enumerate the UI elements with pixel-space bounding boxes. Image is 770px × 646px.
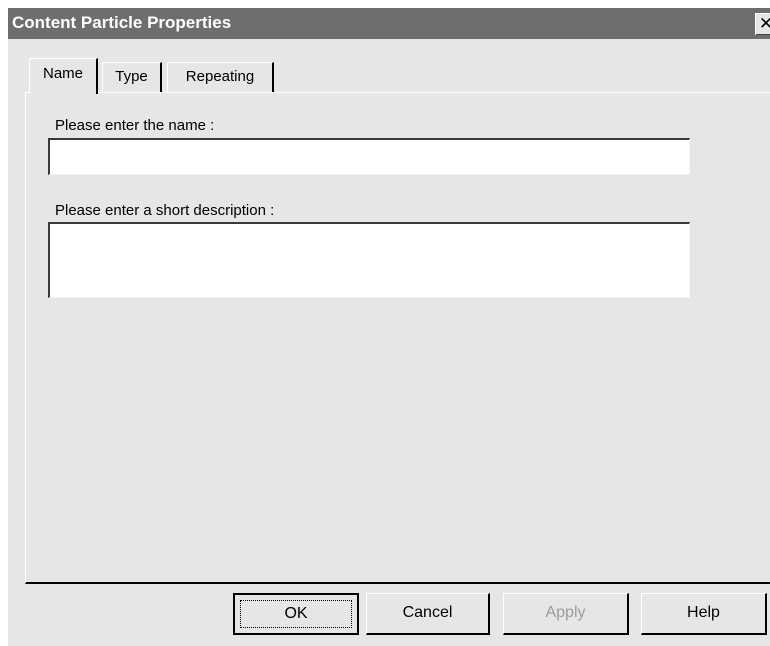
name-input[interactable] [48,138,690,175]
tab-panel-name: Please enter the name : Please enter a s… [25,92,770,584]
cancel-button[interactable]: Cancel [366,593,490,635]
properties-dialog: Content Particle Properties ✕ Name Type … [8,8,770,646]
apply-button[interactable]: Apply [503,593,629,635]
help-button[interactable]: Help [641,593,767,635]
window-title: Content Particle Properties [12,13,232,32]
description-input[interactable] [48,222,690,298]
ok-button[interactable]: OK [233,593,359,635]
description-label: Please enter a short description : [55,202,275,219]
name-label: Please enter the name : [55,117,215,134]
title-bar: Content Particle Properties ✕ [8,8,770,39]
close-icon[interactable]: ✕ [755,13,770,35]
tab-name[interactable]: Name [29,58,98,94]
tab-repeating[interactable]: Repeating [167,62,274,92]
tab-type[interactable]: Type [102,62,162,92]
ok-button-label: OK [284,605,308,622]
